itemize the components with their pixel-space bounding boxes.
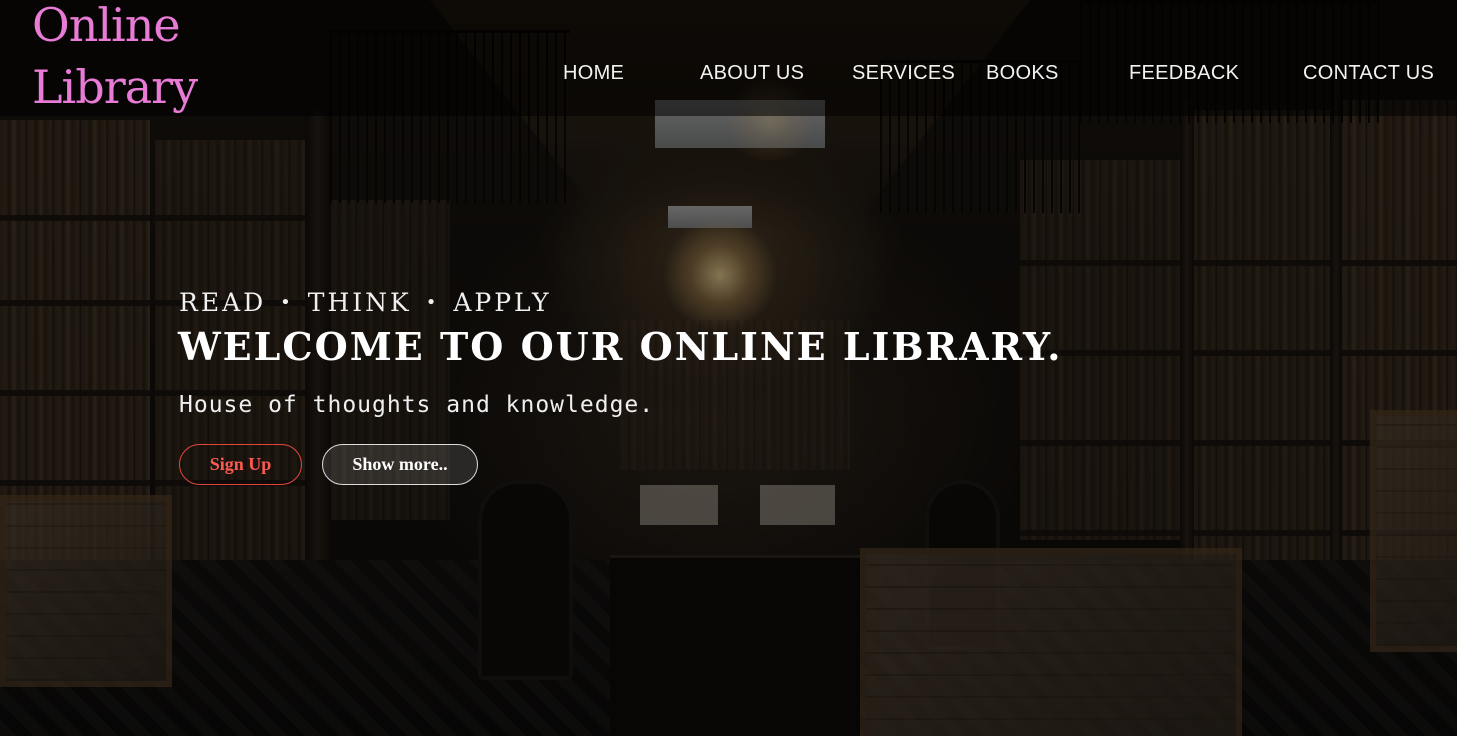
tagline-word-read: READ bbox=[179, 288, 267, 317]
logo-line-1: Online bbox=[32, 0, 181, 52]
hero-tagline: READ • THINK • APPLY bbox=[179, 288, 552, 317]
site-logo[interactable]: Online Library bbox=[32, 0, 232, 118]
hero-subline: House of thoughts and knowledge. bbox=[179, 392, 655, 418]
tagline-separator: • bbox=[280, 292, 294, 313]
logo-line-2: Library bbox=[32, 60, 198, 114]
nav-about-us[interactable]: ABOUT US bbox=[700, 62, 804, 85]
nav-home[interactable]: HOME bbox=[563, 62, 624, 85]
nav-services[interactable]: SERVICES bbox=[852, 62, 955, 85]
show-more-button[interactable]: Show more.. bbox=[322, 444, 478, 485]
tagline-word-apply: APPLY bbox=[453, 288, 552, 317]
tagline-separator: • bbox=[425, 292, 440, 313]
nav-books[interactable]: BOOKS bbox=[986, 62, 1059, 85]
nav-feedback[interactable]: FEEDBACK bbox=[1129, 62, 1239, 85]
tagline-word-think: THINK bbox=[307, 288, 412, 317]
site-header: Online Library HOME ABOUT US SERVICES BO… bbox=[0, 0, 1457, 116]
hero-headline: WELCOME TO OUR ONLINE LIBRARY. bbox=[178, 324, 1063, 369]
nav-contact-us[interactable]: CONTACT US bbox=[1303, 62, 1434, 85]
sign-up-button[interactable]: Sign Up bbox=[179, 444, 302, 485]
